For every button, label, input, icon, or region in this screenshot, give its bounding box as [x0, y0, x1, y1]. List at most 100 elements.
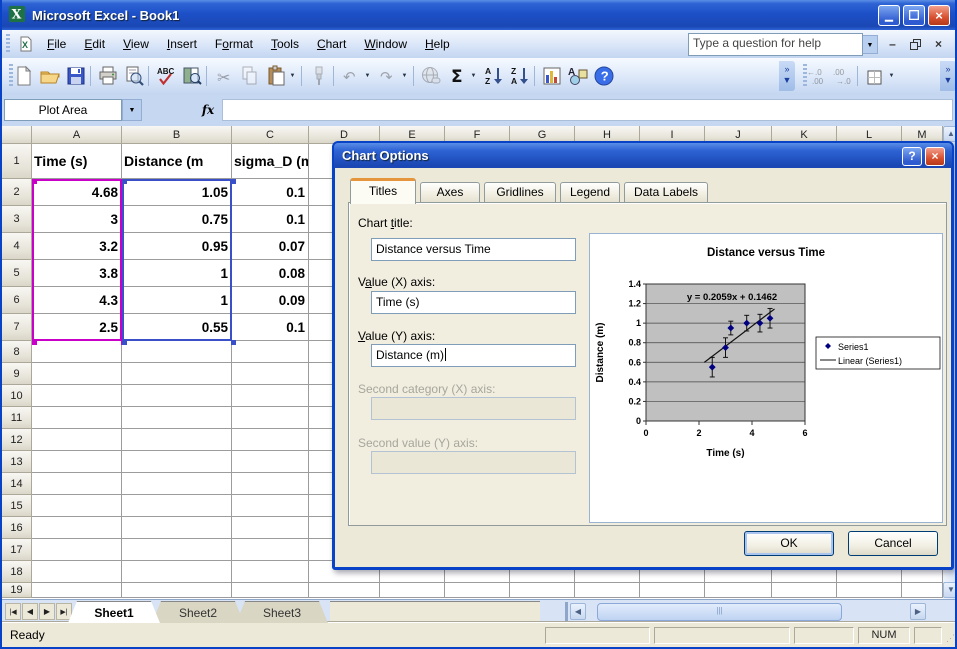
- cell-B15[interactable]: [122, 495, 232, 517]
- drawing-icon[interactable]: A: [566, 64, 590, 88]
- cell-A2[interactable]: 4.68: [32, 179, 122, 206]
- cell-A9[interactable]: [32, 363, 122, 385]
- new-document-icon[interactable]: [12, 64, 36, 88]
- cell-E19[interactable]: [380, 583, 445, 598]
- cancel-button[interactable]: Cancel: [848, 531, 938, 556]
- cell-G19[interactable]: [510, 583, 575, 598]
- cell-K19[interactable]: [772, 583, 837, 598]
- autosum-icon[interactable]: Σ: [445, 64, 469, 88]
- toolbar2-options-chevron[interactable]: »▼: [940, 61, 956, 91]
- research-icon[interactable]: [180, 64, 204, 88]
- row-header-9[interactable]: 9: [2, 363, 32, 385]
- row-header-15[interactable]: 15: [2, 495, 32, 517]
- select-all-corner[interactable]: [2, 126, 32, 144]
- cell-C9[interactable]: [232, 363, 309, 385]
- cell-A12[interactable]: [32, 429, 122, 451]
- row-header-4[interactable]: 4: [2, 233, 32, 260]
- cell-F19[interactable]: [445, 583, 510, 598]
- menu-file[interactable]: File: [39, 34, 74, 54]
- workbook-restore-button[interactable]: [907, 36, 924, 52]
- workbook-minimize-button[interactable]: –: [884, 36, 901, 52]
- workbook-close-button[interactable]: ×: [930, 36, 947, 52]
- row-header-13[interactable]: 13: [2, 451, 32, 473]
- maximize-button[interactable]: [903, 5, 925, 26]
- cell-A4[interactable]: 3.2: [32, 233, 122, 260]
- cell-B5[interactable]: 1: [122, 260, 232, 287]
- row-header-1[interactable]: 1: [2, 144, 32, 179]
- column-header-A[interactable]: A: [32, 126, 122, 144]
- cell-C15[interactable]: [232, 495, 309, 517]
- insert-function-icon[interactable]: fx: [196, 99, 220, 121]
- cell-A17[interactable]: [32, 539, 122, 561]
- cell-H19[interactable]: [575, 583, 640, 598]
- column-header-B[interactable]: B: [122, 126, 232, 144]
- cell-C6[interactable]: 0.09: [232, 287, 309, 314]
- cell-B1[interactable]: Distance (m: [122, 144, 232, 179]
- cell-A14[interactable]: [32, 473, 122, 495]
- cell-C17[interactable]: [232, 539, 309, 561]
- cell-B4[interactable]: 0.95: [122, 233, 232, 260]
- cell-A7[interactable]: 2.5: [32, 314, 122, 341]
- dialog-tab-axes[interactable]: Axes: [420, 182, 480, 203]
- cell-C4[interactable]: 0.07: [232, 233, 309, 260]
- row-header-10[interactable]: 10: [2, 385, 32, 407]
- dialog-tab-titles[interactable]: Titles: [350, 178, 416, 204]
- minimize-button[interactable]: ▁: [878, 5, 900, 26]
- horizontal-scrollbar-thumb[interactable]: |||: [597, 603, 842, 621]
- toolbar-options-chevron[interactable]: »▼: [779, 61, 795, 91]
- cell-B18[interactable]: [122, 561, 232, 583]
- row-header-7[interactable]: 7: [2, 314, 32, 341]
- scroll-up-icon[interactable]: ▲: [943, 126, 957, 142]
- column-header-C[interactable]: C: [232, 126, 309, 144]
- menu-edit[interactable]: Edit: [76, 34, 113, 54]
- dialog-help-icon[interactable]: ?: [902, 147, 922, 166]
- cell-A8[interactable]: [32, 341, 122, 363]
- help-icon[interactable]: ?: [592, 64, 616, 88]
- menu-help[interactable]: Help: [417, 34, 458, 54]
- cell-L19[interactable]: [837, 583, 902, 598]
- field-input-3[interactable]: Distance (m): [371, 344, 576, 367]
- row-header-14[interactable]: 14: [2, 473, 32, 495]
- cell-J19[interactable]: [705, 583, 772, 598]
- cell-C16[interactable]: [232, 517, 309, 539]
- cell-A15[interactable]: [32, 495, 122, 517]
- menu-window[interactable]: Window: [356, 34, 415, 54]
- cell-C13[interactable]: [232, 451, 309, 473]
- cell-C11[interactable]: [232, 407, 309, 429]
- help-question-dropdown-icon[interactable]: ▼: [863, 35, 878, 54]
- row-header-12[interactable]: 12: [2, 429, 32, 451]
- cell-A6[interactable]: 4.3: [32, 287, 122, 314]
- dialog-close-icon[interactable]: ×: [925, 147, 945, 166]
- cell-C8[interactable]: [232, 341, 309, 363]
- first-sheet-button[interactable]: |◀: [5, 603, 21, 620]
- cell-A3[interactable]: 3: [32, 206, 122, 233]
- cell-B14[interactable]: [122, 473, 232, 495]
- cell-B8[interactable]: [122, 341, 232, 363]
- row-header-18[interactable]: 18: [2, 561, 32, 583]
- field-input-1[interactable]: Distance versus Time: [371, 238, 576, 261]
- ok-button[interactable]: OK: [744, 531, 834, 556]
- dialog-tab-gridlines[interactable]: Gridlines: [484, 182, 556, 203]
- cell-A19[interactable]: [32, 583, 122, 598]
- cell-C7[interactable]: 0.1: [232, 314, 309, 341]
- cell-B12[interactable]: [122, 429, 232, 451]
- sheet-tab-sheet1[interactable]: Sheet1: [68, 601, 160, 623]
- tab-split-handle[interactable]: [565, 602, 568, 621]
- cell-C5[interactable]: 0.08: [232, 260, 309, 287]
- cell-B10[interactable]: [122, 385, 232, 407]
- row-header-8[interactable]: 8: [2, 341, 32, 363]
- cell-B16[interactable]: [122, 517, 232, 539]
- cell-B7[interactable]: 0.55: [122, 314, 232, 341]
- menu-insert[interactable]: Insert: [159, 34, 205, 54]
- cell-C12[interactable]: [232, 429, 309, 451]
- cell-B3[interactable]: 0.75: [122, 206, 232, 233]
- paste-icon[interactable]: [264, 64, 288, 88]
- sheet-tab-sheet2[interactable]: Sheet2: [152, 601, 244, 623]
- cell-A16[interactable]: [32, 517, 122, 539]
- last-sheet-button[interactable]: ▶|: [56, 603, 72, 620]
- dialog-tab-data-labels[interactable]: Data Labels: [624, 182, 708, 203]
- previous-sheet-button[interactable]: ◀: [22, 603, 38, 620]
- spelling-icon[interactable]: ABC: [154, 64, 178, 88]
- dialog-tab-legend[interactable]: Legend: [560, 182, 620, 203]
- sort-descending-icon[interactable]: ZA: [508, 64, 532, 88]
